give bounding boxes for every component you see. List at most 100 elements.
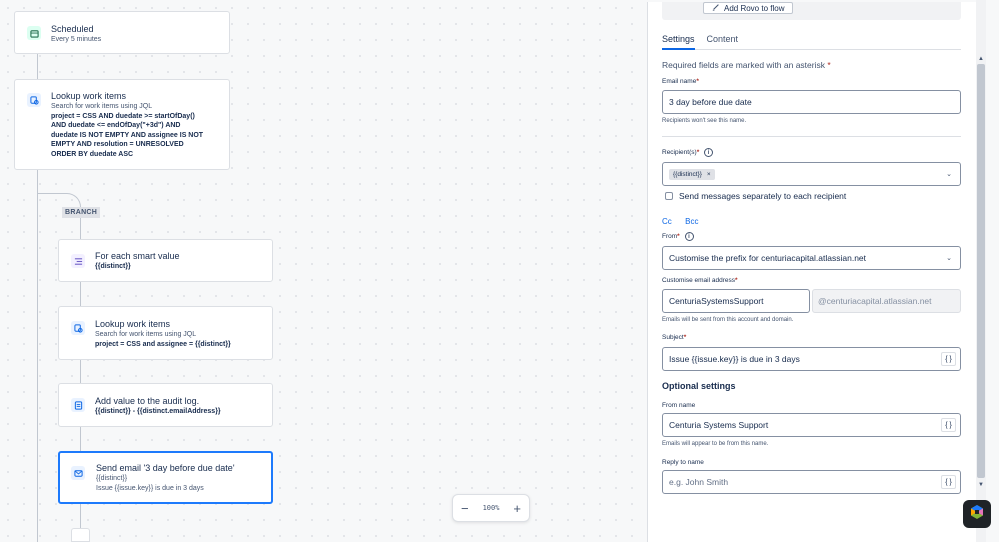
send-separately-checkbox[interactable]	[665, 192, 673, 200]
required-note-text: Required fields are marked with an aster…	[662, 60, 825, 70]
from-select[interactable]: Customise the prefix for centuriacapital…	[662, 246, 961, 270]
label-text: From name	[662, 402, 696, 409]
card-subtitle: Search for work items using JQL	[51, 103, 153, 110]
flow-canvas[interactable]: Scheduled Every 5 minutes Lookup work it…	[0, 0, 646, 542]
jql-line: EMPTY AND resolution = UNRESOLVED	[51, 141, 184, 148]
card-title: Lookup work items	[51, 91, 127, 101]
panel-top-area: Add Rovo to flow	[662, 2, 961, 20]
smart-value-button[interactable]: { }	[941, 418, 956, 432]
branch-card-for-each[interactable]: For each smart value {{distinct}}	[58, 239, 273, 282]
smart-value-button[interactable]: { }	[941, 352, 956, 366]
from-select-value: Customise the prefix for centuriacapital…	[669, 253, 867, 263]
jql-line: AND duedate <= endOfDay("+3d") AND	[51, 122, 181, 129]
connector-line	[37, 169, 38, 542]
add-step-node[interactable]	[71, 528, 90, 542]
recipient-chip: {{distinct}} ×	[669, 168, 715, 180]
card-detail: {{distinct}}	[95, 263, 131, 270]
action-card-lookup-work-items[interactable]: Lookup work items Search for work items …	[14, 79, 230, 170]
scroll-down-arrow[interactable]: ▼	[977, 482, 985, 488]
search-documents-icon	[27, 93, 41, 107]
recipients-label: Recipient(s)* i	[662, 148, 714, 157]
card-detail: {{distinct}} - {{distinct.emailAddress}}	[95, 408, 221, 415]
card-subtitle: Search for work items using JQL	[95, 331, 197, 338]
trigger-card-scheduled[interactable]: Scheduled Every 5 minutes	[14, 11, 230, 54]
step-config-panel: Add Rovo to flow Settings Content Requir…	[647, 2, 976, 542]
scrollbar-thumb[interactable]	[977, 64, 985, 478]
panel-scrollbar[interactable]: ▲ ▼	[976, 0, 986, 542]
add-rovo-label: Add Rovo to flow	[724, 3, 785, 13]
from-name-input[interactable]: Centuria Systems Support { }	[662, 413, 961, 437]
chevron-down-icon[interactable]: ⌄	[946, 254, 952, 262]
required-note: Required fields are marked with an aster…	[662, 60, 831, 70]
recipients-select[interactable]: {{distinct}} × ⌄	[662, 162, 961, 186]
action-card-audit-log[interactable]: Add value to the audit log. {{distinct}}…	[58, 383, 273, 427]
custom-address-label: Customise email address*	[662, 277, 738, 284]
scroll-up-arrow[interactable]: ▲	[977, 56, 985, 62]
optional-settings-heading: Optional settings	[662, 381, 736, 391]
card-title: Lookup work items	[95, 319, 171, 329]
from-name-help: Emails will appear to be from this name.	[662, 441, 769, 447]
label-text: Customise email address	[662, 277, 735, 284]
email-name-input[interactable]: 3 day before due date	[662, 90, 961, 114]
reply-to-placeholder: e.g. John Smith	[669, 477, 729, 487]
cc-bcc-links: Cc Bcc	[662, 211, 698, 229]
custom-address-input[interactable]: CenturiaSystemsSupport	[662, 289, 810, 313]
card-title: Send email '3 day before due date'	[96, 463, 235, 473]
add-rovo-button[interactable]: Add Rovo to flow	[703, 2, 794, 14]
zoom-out-button[interactable]: −	[461, 502, 469, 515]
label-text: Subject	[662, 334, 684, 341]
send-separately-label: Send messages separately to each recipie…	[679, 191, 847, 201]
asterisk: *	[827, 60, 831, 70]
connector-line	[37, 54, 38, 79]
label-text: From	[662, 233, 678, 241]
info-icon[interactable]: i	[704, 148, 714, 157]
zoom-level: 100%	[482, 504, 500, 512]
card-detail: Issue {{issue.key}} is due in 3 days	[96, 484, 204, 492]
from-label: From* i	[662, 232, 694, 241]
tab-content[interactable]: Content	[707, 34, 739, 50]
zoom-in-button[interactable]: +	[513, 502, 521, 515]
divider	[662, 136, 961, 137]
action-card-lookup-work-items-2[interactable]: Lookup work items Search for work items …	[58, 306, 273, 360]
jql-line: duedate IS NOT EMPTY AND assignee IS NOT	[51, 131, 204, 139]
search-documents-icon	[71, 321, 85, 335]
jql-line: ORDER BY duedate ASC	[51, 150, 134, 158]
custom-address-help: Emails will be sent from this account an…	[662, 317, 794, 323]
subject-input[interactable]: Issue {{issue.key}} is due in 3 days { }	[662, 347, 961, 371]
jql-line: project = CSS AND duedate >= startOfDay(…	[51, 112, 195, 120]
smart-value-button[interactable]: { }	[941, 475, 956, 489]
chevron-down-icon[interactable]: ⌄	[946, 170, 952, 178]
card-title: Scheduled	[51, 24, 94, 34]
log-icon	[71, 398, 85, 412]
list-icon	[71, 254, 85, 268]
chip-label: {{distinct}}	[673, 170, 702, 178]
subject-label: Subject*	[662, 334, 686, 341]
asterisk: *	[677, 233, 680, 241]
jql-line: project = CSS and assignee = {{distinct}…	[95, 340, 231, 348]
pencil-sparkle-icon	[712, 3, 720, 13]
subject-value: Issue {{issue.key}} is due in 3 days	[669, 354, 800, 364]
card-title: Add value to the audit log.	[95, 396, 200, 406]
reply-to-input[interactable]: e.g. John Smith { }	[662, 470, 961, 494]
cc-link[interactable]: Cc	[662, 217, 672, 226]
reply-to-label: Reply to name	[662, 459, 704, 466]
envelope-icon	[71, 466, 85, 480]
info-icon[interactable]: i	[684, 232, 694, 241]
tab-settings[interactable]: Settings	[662, 34, 695, 50]
rovo-assistant-button[interactable]	[963, 500, 991, 528]
domain-suffix: @centuriacapital.atlassian.net	[812, 289, 961, 313]
chip-remove-button[interactable]: ×	[707, 171, 711, 178]
asterisk: *	[696, 78, 699, 85]
label-text: Reply to name	[662, 459, 704, 466]
calendar-icon	[27, 26, 41, 40]
label-text: Recipient(s)	[662, 149, 697, 157]
bcc-link[interactable]: Bcc	[685, 217, 698, 226]
asterisk: *	[683, 334, 687, 341]
card-title: For each smart value	[95, 251, 180, 261]
panel-tabs: Settings Content	[662, 34, 961, 50]
rovo-logo-icon	[969, 504, 985, 525]
card-subtitle: Every 5 minutes	[51, 36, 102, 43]
action-card-send-email[interactable]: Send email '3 day before due date' {{dis…	[58, 451, 273, 504]
email-name-label: Email name*	[662, 78, 699, 85]
from-name-value: Centuria Systems Support	[669, 420, 769, 430]
